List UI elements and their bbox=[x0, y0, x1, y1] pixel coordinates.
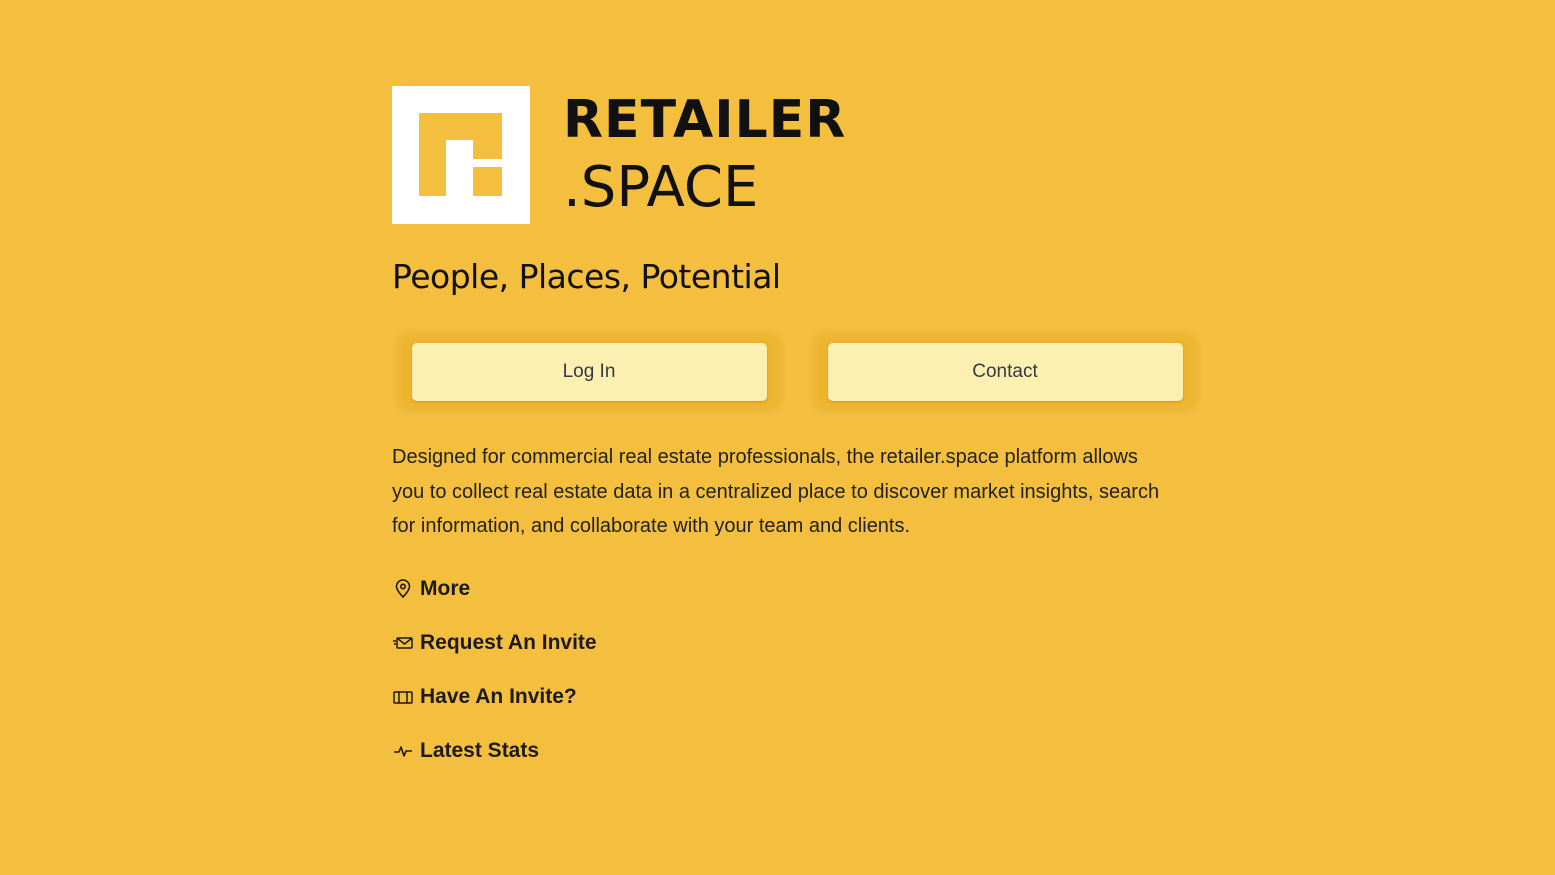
request-invite-link-label: Request An Invite bbox=[420, 630, 597, 654]
latest-stats-link-label: Latest Stats bbox=[420, 738, 540, 762]
contact-button[interactable]: Contact bbox=[827, 343, 1183, 401]
main-content: RETAILER .SPACE People, Places, Potentia… bbox=[392, 86, 1202, 768]
link-list: More Request An Invite Have An Invite? L… bbox=[392, 572, 1202, 768]
request-invite-link[interactable]: Request An Invite bbox=[392, 626, 1202, 660]
more-link-label: More bbox=[420, 576, 471, 600]
map-pin-icon bbox=[392, 578, 414, 600]
action-buttons: Log In Contact bbox=[392, 328, 1202, 416]
tagline: People, Places, Potential bbox=[392, 257, 781, 296]
contact-button-frame: Contact bbox=[808, 328, 1202, 416]
wordmark: RETAILER .SPACE bbox=[563, 86, 846, 216]
landing-page: RETAILER .SPACE People, Places, Potentia… bbox=[0, 0, 1555, 875]
latest-stats-link[interactable]: Latest Stats bbox=[392, 734, 1202, 768]
more-link[interactable]: More bbox=[392, 572, 1202, 606]
have-invite-link-label: Have An Invite? bbox=[420, 684, 577, 708]
platform-description: Designed for commercial real estate prof… bbox=[392, 446, 1160, 537]
logo: RETAILER .SPACE bbox=[392, 86, 1202, 224]
wordmark-space: .SPACE bbox=[563, 155, 759, 220]
login-button-frame: Log In bbox=[392, 328, 786, 416]
retailer-space-logo-icon bbox=[392, 86, 530, 224]
pulse-icon bbox=[392, 740, 414, 762]
login-button[interactable]: Log In bbox=[411, 343, 767, 401]
ticket-icon bbox=[392, 686, 414, 708]
envelope-icon bbox=[392, 632, 414, 654]
wordmark-retailer: RETAILER bbox=[563, 90, 847, 150]
have-invite-link[interactable]: Have An Invite? bbox=[392, 680, 1202, 714]
